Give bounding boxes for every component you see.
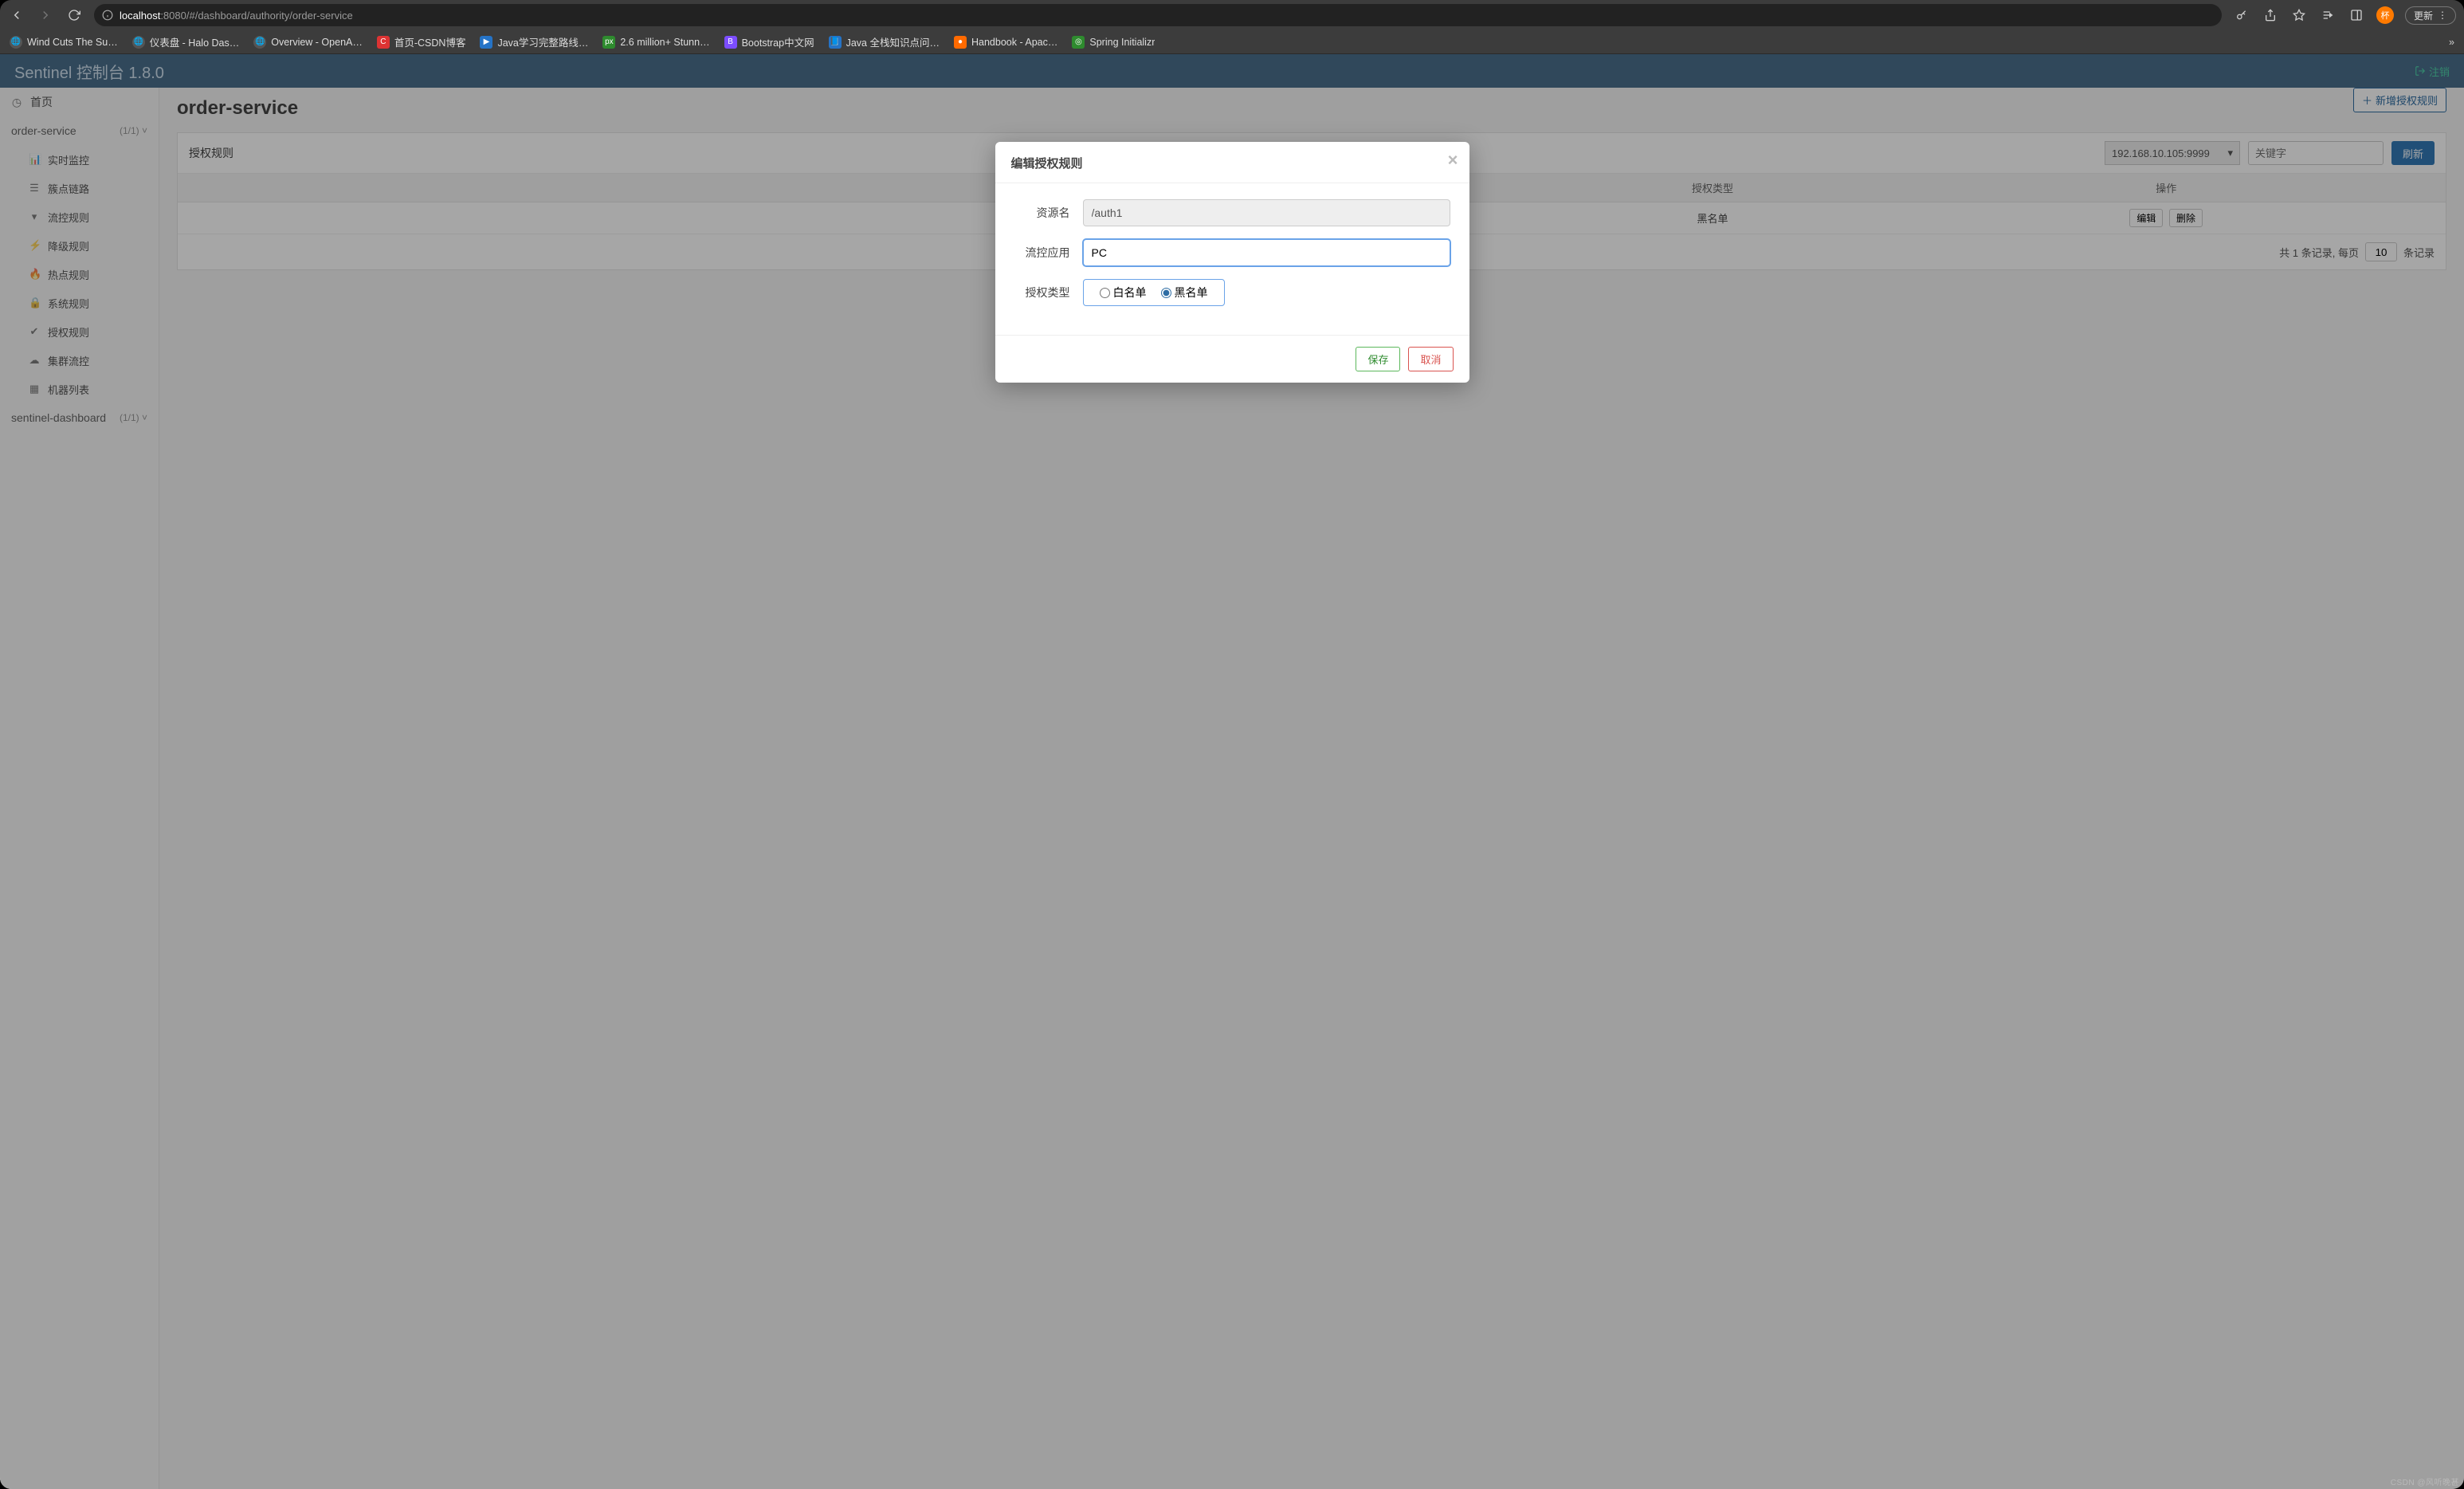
resource-input: [1083, 199, 1450, 226]
favicon-icon: B: [724, 36, 737, 49]
edit-rule-modal: 编辑授权规则 × 资源名 流控应用 授权类型: [995, 142, 1469, 383]
radio-whitelist[interactable]: 白名单: [1100, 285, 1147, 301]
bookmark-item[interactable]: ◎Spring Initializr: [1072, 36, 1155, 49]
favicon-icon: px: [602, 36, 615, 49]
bookmark-item[interactable]: 🌐Overview - OpenA…: [253, 36, 363, 49]
bookmark-item[interactable]: px2.6 million+ Stunn…: [602, 36, 709, 49]
update-button[interactable]: 更新 ⋮: [2405, 6, 2456, 25]
playlist-icon[interactable]: [2319, 6, 2336, 24]
forward-icon[interactable]: [37, 6, 54, 24]
bookmarks-bar: 🌐Wind Cuts The Su… 🌐仪表盘 - Halo Das… 🌐Ove…: [0, 30, 2464, 54]
favicon-icon: C: [377, 36, 390, 49]
url-path: /#/dashboard/authority/order-service: [186, 10, 353, 22]
address-bar[interactable]: localhost:8080/#/dashboard/authority/ord…: [94, 4, 2222, 26]
info-icon: [102, 10, 113, 21]
bookmark-item[interactable]: 🌐仪表盘 - Halo Das…: [132, 34, 240, 49]
globe-icon: 🌐: [10, 36, 22, 49]
modal-title: 编辑授权规则: [1011, 157, 1083, 171]
modal-overlay: 编辑授权规则 × 资源名 流控应用 授权类型: [0, 54, 2464, 1489]
cancel-button[interactable]: 取消: [1408, 347, 1453, 371]
bookmark-item[interactable]: C首页-CSDN博客: [377, 34, 466, 49]
favicon-icon: ●: [954, 36, 967, 49]
back-icon[interactable]: [8, 6, 26, 24]
bookmark-item[interactable]: ▶Java学习完整路线…: [480, 34, 588, 49]
reload-icon[interactable]: [65, 6, 83, 24]
globe-icon: 🌐: [253, 36, 266, 49]
share-icon[interactable]: [2262, 6, 2279, 24]
favicon-icon: ▶: [480, 36, 492, 49]
bookmark-item[interactable]: ●Handbook - Apac…: [954, 36, 1057, 49]
kebab-icon: ⋮: [2438, 10, 2447, 21]
url-port: :8080: [160, 10, 186, 22]
favicon-icon: ◎: [1072, 36, 1085, 49]
flow-app-input[interactable]: [1083, 239, 1450, 266]
profile-avatar[interactable]: 杯: [2376, 6, 2394, 24]
panel-icon[interactable]: [2348, 6, 2365, 24]
save-button[interactable]: 保存: [1356, 347, 1400, 371]
label-resource: 资源名: [1014, 205, 1070, 221]
radio-blacklist[interactable]: 黑名单: [1161, 285, 1208, 301]
favicon-icon: 📘: [829, 36, 842, 49]
url-host: localhost: [120, 10, 160, 22]
type-radio-group: 白名单 黑名单: [1083, 279, 1225, 306]
label-app: 流控应用: [1014, 245, 1070, 261]
browser-chrome: localhost:8080/#/dashboard/authority/ord…: [0, 0, 2464, 54]
star-icon[interactable]: [2290, 6, 2308, 24]
bookmark-item[interactable]: 📘Java 全栈知识点问…: [829, 34, 940, 49]
bookmark-item[interactable]: 🌐Wind Cuts The Su…: [10, 36, 118, 49]
key-icon[interactable]: [2233, 6, 2250, 24]
label-type: 授权类型: [1014, 285, 1070, 301]
bookmarks-overflow[interactable]: »: [2449, 37, 2454, 48]
watermark: CSDN @风听晚甚: [2391, 1475, 2459, 1487]
globe-icon: 🌐: [132, 36, 145, 49]
close-icon[interactable]: ×: [1448, 150, 1458, 171]
bookmark-item[interactable]: BBootstrap中文网: [724, 34, 814, 49]
